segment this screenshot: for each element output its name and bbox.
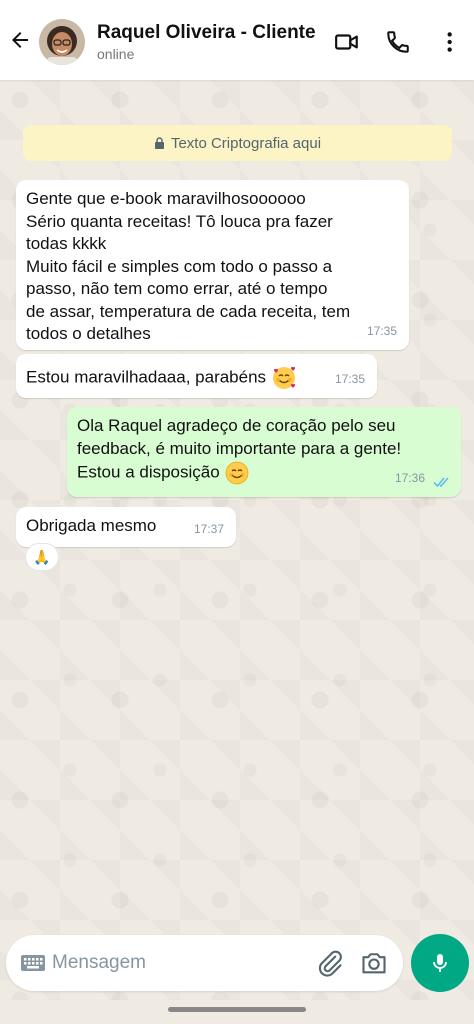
encryption-notice-text: Texto Criptografia aqui (170, 134, 322, 152)
message-bubble-incoming[interactable]: Gente que e-book maravilhosoooooo Sério … (16, 180, 409, 350)
camera-icon[interactable] (360, 949, 388, 977)
message-text: Estou maravilhadaaa, parabéns (26, 367, 267, 387)
message-time: 17:37 (193, 521, 224, 536)
reaction-emoji: 🙏 (33, 548, 51, 565)
more-vert-icon[interactable] (441, 29, 467, 55)
message-line: de assar, temperatura de cada receita, t… (26, 301, 351, 321)
message-time: 17:35 (334, 371, 365, 386)
message-time: 17:35 (366, 323, 397, 338)
home-indicator[interactable] (168, 1007, 306, 1012)
message-reaction[interactable]: 🙏 (25, 543, 59, 571)
message-line: Sério quanta receitas! Tô louca pra faze… (26, 211, 333, 231)
message-bubble-incoming[interactable]: Estou maravilhadaaa, parabéns 17:35 (16, 354, 377, 398)
message-text: Obrigada mesmo (26, 516, 157, 535)
mic-button[interactable] (411, 934, 469, 992)
keyboard-icon[interactable] (20, 952, 46, 974)
lock-icon (154, 137, 164, 149)
message-line: Gente que e-book maravilhosoooooo (26, 189, 306, 208)
message-line-last: Estou a disposição (77, 460, 449, 486)
message-line: feedback, é muito importante para a gent… (77, 438, 402, 458)
message-line: passo, não tem como errar, até o tempo (26, 279, 328, 298)
double-check-read-icon (433, 477, 449, 488)
contact-status: online (97, 46, 135, 62)
video-call-icon[interactable] (334, 29, 360, 55)
chat-header: Raquel Oliveira - Cliente online (0, 0, 474, 80)
attach-icon[interactable] (316, 949, 344, 977)
contact-name[interactable]: Raquel Oliveira - Cliente (97, 22, 316, 44)
message-line: Muito fácil e simples com todo o passo a (26, 256, 333, 276)
message-line: todas kkkk (26, 234, 107, 253)
avatar[interactable] (39, 19, 85, 65)
message-text: Estou a disposição (77, 462, 220, 482)
encryption-notice[interactable]: Texto Criptografia aqui (23, 125, 452, 161)
message-bubble-outgoing[interactable]: Ola Raquel agradeço de coração pelo seu … (67, 407, 461, 497)
message-bubble-incoming[interactable]: Obrigada mesmo 17:37 (16, 507, 236, 547)
back-arrow-icon[interactable] (8, 28, 32, 52)
phone-icon[interactable] (385, 29, 411, 55)
smiling-face-with-hearts-emoji (272, 366, 295, 389)
smiling-face-emoji (226, 461, 249, 485)
message-line: todos o detalhes (26, 324, 151, 343)
message-line: Ola Raquel agradeço de coração pelo seu (77, 416, 396, 435)
message-time: 17:36 (394, 470, 425, 485)
message-input-placeholder[interactable]: Mensagem (52, 952, 146, 974)
message-input-bar[interactable]: Mensagem (6, 935, 403, 991)
mic-icon (433, 954, 447, 972)
